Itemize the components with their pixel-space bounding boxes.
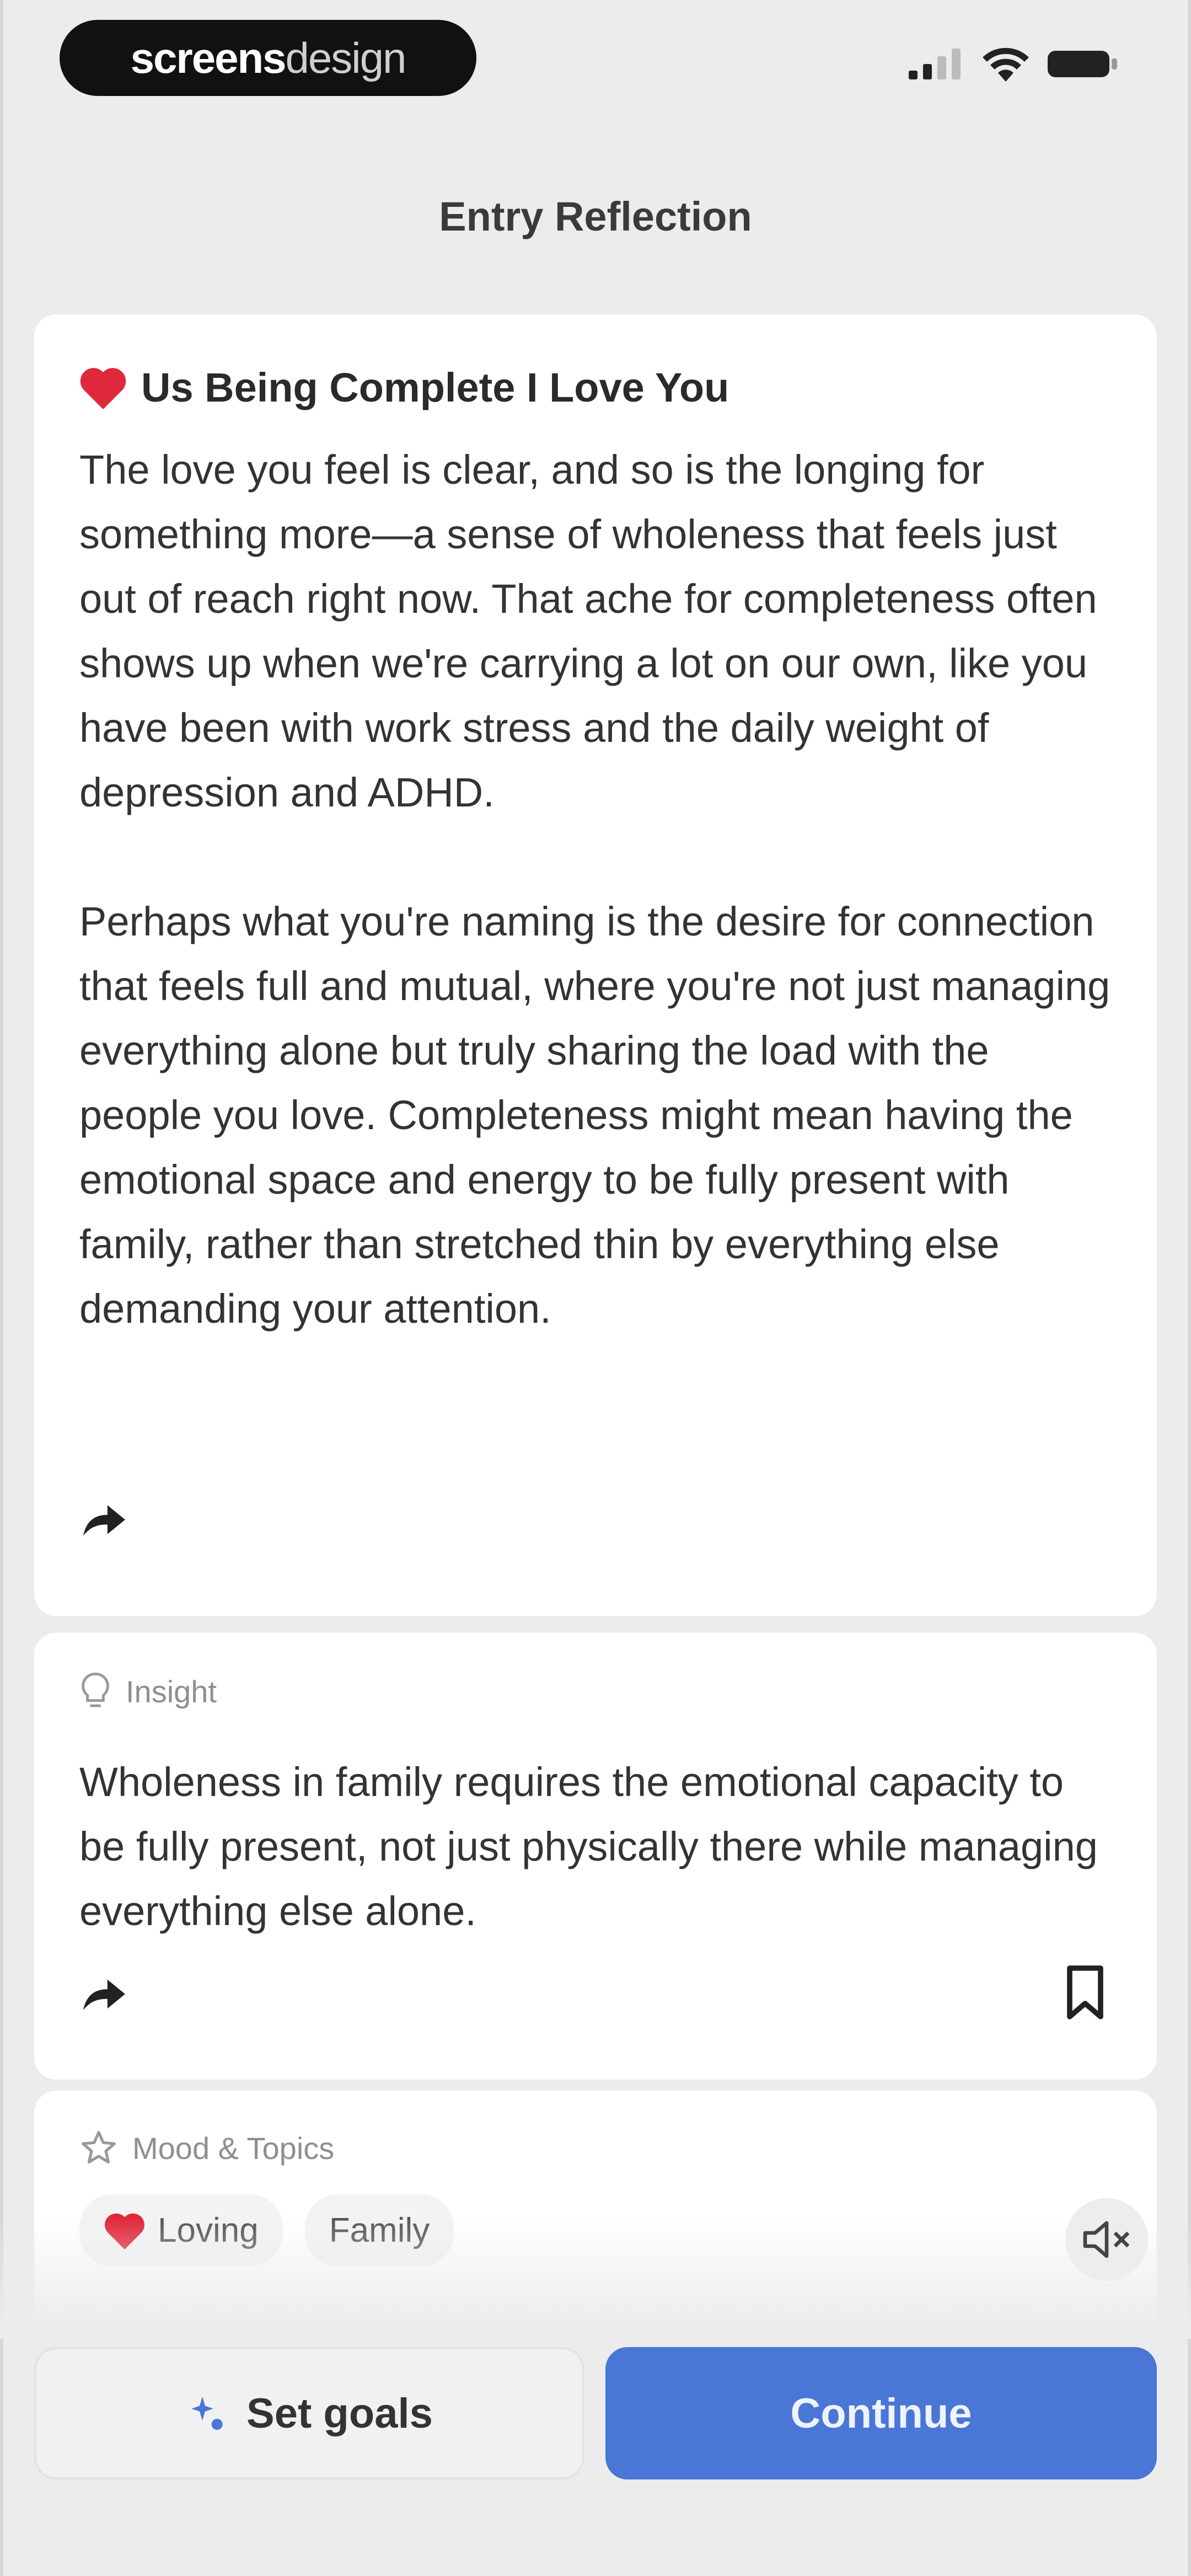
set-goals-button[interactable]: Set goals [34, 2347, 584, 2479]
entry-paragraph: Perhaps what you're naming is the desire… [79, 899, 1110, 1332]
insight-text: Wholeness in family requires the emotion… [79, 1759, 1098, 1934]
entry-heading: Us Being Complete I Love You [79, 364, 1113, 411]
battery-icon [1048, 51, 1117, 77]
brand-logo: screens design [60, 20, 476, 96]
entry-title: Us Being Complete I Love You [141, 365, 729, 410]
page-title: Entry Reflection [439, 194, 752, 239]
set-goals-label: Set goals [246, 2390, 433, 2437]
status-icons [909, 46, 1119, 82]
continue-button[interactable]: Continue [605, 2347, 1157, 2479]
insight-card: Insight Wholeness in family requires the… [34, 1633, 1157, 2080]
sparkle-icon [191, 2397, 223, 2430]
share-entry-button[interactable] [79, 1500, 129, 1542]
share-icon [83, 1979, 125, 2011]
insight-label-text: Insight [126, 1674, 217, 1709]
insight-label: Insight [79, 1671, 1113, 1711]
entry-paragraph: The love you feel is clear, and so is th… [79, 447, 1097, 815]
scroll-fade [0, 2217, 1191, 2339]
star-icon [82, 2131, 116, 2164]
share-insight-button[interactable] [79, 1975, 129, 2016]
continue-label: Continue [790, 2390, 972, 2437]
bookmark-button[interactable] [1063, 1964, 1107, 2024]
mute-button[interactable] [1065, 2198, 1148, 2281]
signal-icon [909, 49, 961, 79]
speaker-muted-icon [1083, 2221, 1130, 2258]
heart-icon [80, 367, 126, 409]
bookmark-icon [1067, 1965, 1103, 2019]
share-icon [83, 1505, 125, 1536]
lightbulb-icon [82, 1672, 109, 1707]
wifi-icon [983, 47, 1029, 82]
mood-label-text: Mood & Topics [132, 2130, 335, 2166]
mood-label: Mood & Topics [79, 2129, 1113, 2167]
brand-primary: screens [130, 33, 287, 82]
entry-card: Us Being Complete I Love You The love yo… [34, 314, 1157, 1616]
brand-secondary: design [285, 33, 407, 82]
entry-body: The love you feel is clear, and so is th… [79, 437, 1113, 1341]
